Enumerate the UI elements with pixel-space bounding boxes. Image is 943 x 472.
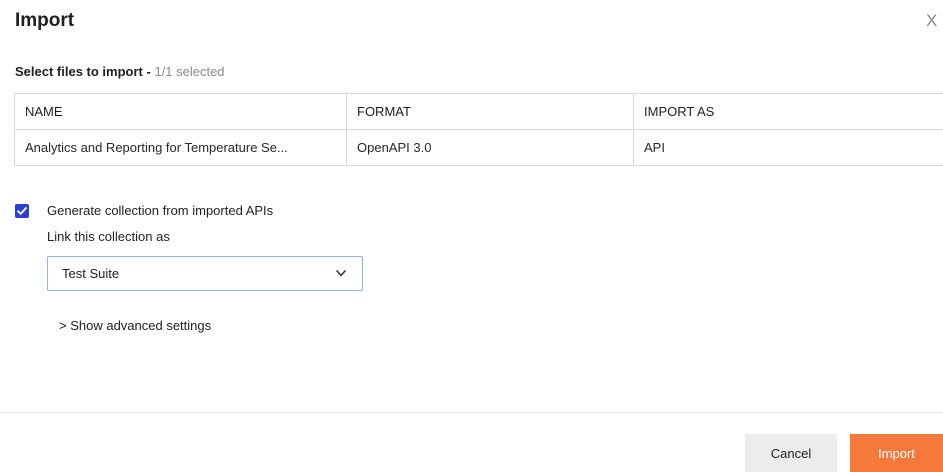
column-header-import-as: IMPORT AS: [633, 93, 943, 130]
dialog-title: Import: [15, 10, 75, 31]
cancel-button[interactable]: Cancel: [745, 434, 837, 472]
selection-summary: Select files to import - 1/1 selected: [15, 64, 225, 79]
column-header-name: NAME: [14, 93, 347, 130]
generate-collection-checkbox[interactable]: [15, 204, 29, 218]
table-header-row: NAME FORMAT IMPORT AS: [14, 93, 943, 130]
import-button[interactable]: Import: [850, 434, 943, 472]
file-name-cell: Analytics and Reporting for Temperature …: [14, 129, 347, 166]
column-header-format: FORMAT: [346, 93, 634, 130]
link-as-selected-value: Test Suite: [62, 266, 120, 281]
selection-label: Select files to import -: [15, 64, 151, 79]
link-as-dropdown[interactable]: Test Suite: [47, 256, 363, 291]
file-import-as-cell: API: [633, 129, 943, 166]
link-collection-label: Link this collection as: [47, 229, 170, 244]
generate-collection-label[interactable]: Generate collection from imported APIs: [47, 203, 273, 218]
check-icon: [17, 207, 27, 215]
table-row[interactable]: Analytics and Reporting for Temperature …: [14, 129, 943, 166]
footer-divider: [0, 412, 943, 413]
files-table: NAME FORMAT IMPORT AS Analytics and Repo…: [14, 93, 943, 166]
file-format-cell: OpenAPI 3.0: [346, 129, 634, 166]
show-advanced-settings-link[interactable]: > Show advanced settings: [59, 318, 211, 333]
close-icon[interactable]: X: [926, 12, 937, 29]
chevron-down-icon: [336, 270, 346, 277]
selection-count: 1/1 selected: [154, 64, 225, 79]
import-dialog: Import X Select files to import - 1/1 se…: [0, 0, 943, 472]
